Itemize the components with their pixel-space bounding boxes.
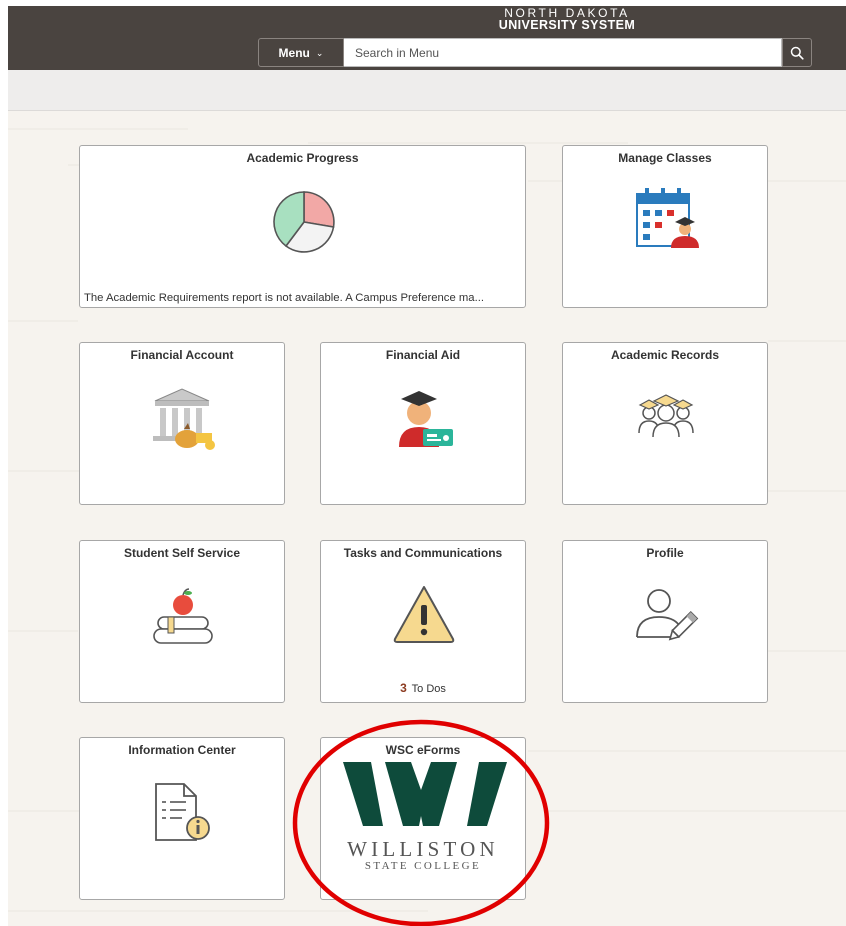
tile-academic-progress[interactable]: Academic Progress The Academic Requireme… [79, 145, 526, 308]
todo-count: 3 [400, 681, 407, 695]
search-button[interactable] [782, 38, 812, 67]
warning-icon [393, 586, 455, 643]
search-icon [790, 46, 804, 60]
tile-title: Academic Records [610, 348, 720, 362]
tile-title: Information Center [128, 743, 236, 757]
tile-wsc-eforms[interactable]: WSC eForms WILLISTON STATE COLLEGE [320, 737, 526, 900]
tile-academic-records[interactable]: Academic Records [562, 342, 768, 505]
graduate-check-icon [399, 391, 453, 447]
tile-title: Student Self Service [123, 546, 241, 560]
tile-title: Tasks and Communications [343, 546, 503, 560]
tile-title: Financial Aid [385, 348, 461, 362]
books-apple-icon [153, 588, 213, 644]
menu-button[interactable]: Menu ⌄ [258, 38, 344, 67]
tile-student-self-service[interactable]: Student Self Service [79, 540, 285, 703]
tile-profile[interactable]: Profile [562, 540, 768, 703]
menu-label: Menu [278, 45, 310, 60]
chevron-down-icon: ⌄ [315, 48, 324, 58]
williston-logo-line-2: STATE COLLEGE [364, 860, 482, 872]
bank-money-icon [153, 388, 215, 450]
profile-edit-icon [636, 589, 699, 641]
document-info-icon [155, 783, 210, 841]
graduates-group-icon [638, 394, 694, 438]
tile-title: Profile [646, 546, 684, 560]
tile-information-center[interactable]: Information Center [79, 737, 285, 900]
tile-manage-classes[interactable]: Manage Classes [562, 145, 768, 308]
nd-university-system-logo: NORTH DAKOTA UNIVERSITY SYSTEM [487, 6, 647, 32]
tile-title: Manage Classes [618, 151, 712, 165]
search-placeholder: Search in Menu [355, 45, 440, 60]
todo-label: To Dos [411, 683, 446, 695]
todo-count-label: 3 To Dos [321, 681, 525, 695]
tile-financial-account[interactable]: Financial Account [79, 342, 285, 505]
tile-footer-message: The Academic Requirements report is not … [84, 292, 484, 304]
sub-navigation-bar [8, 70, 846, 111]
top-header: NORTH DAKOTA UNIVERSITY SYSTEM Menu ⌄ Se… [8, 6, 846, 70]
tile-tasks-and-communications[interactable]: Tasks and Communications 3 To Dos [320, 540, 526, 703]
tile-title: Financial Account [130, 348, 234, 362]
tile-title: Academic Progress [246, 151, 359, 165]
tile-financial-aid[interactable]: Financial Aid [320, 342, 526, 505]
brand-line-2: UNIVERSITY SYSTEM [498, 18, 636, 32]
tile-title: WSC eForms [385, 743, 461, 757]
williston-w-logo [343, 762, 507, 826]
williston-logo-line-1: WILLISTON [347, 837, 499, 861]
search-input[interactable]: Search in Menu [344, 38, 782, 67]
calendar-student-icon [636, 188, 699, 248]
pie-chart-icon [273, 191, 335, 253]
